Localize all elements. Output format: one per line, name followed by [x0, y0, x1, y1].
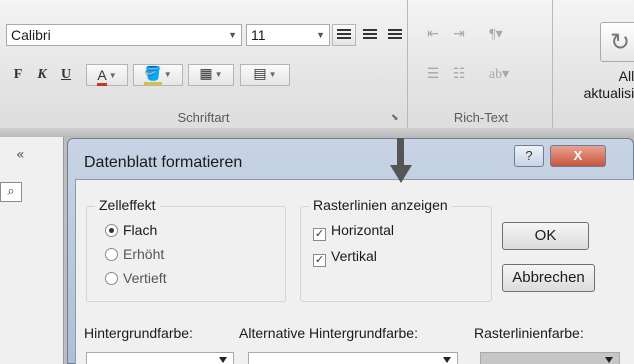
chevron-down-icon: ▼	[214, 70, 223, 79]
chevron-down-icon: ▼	[268, 70, 277, 79]
align-right-button[interactable]	[384, 24, 406, 46]
chevron-down-icon: ▼	[316, 30, 325, 40]
checkbox-vertical[interactable]: ✓ Vertikal	[313, 247, 377, 267]
background-color-picker[interactable]	[86, 352, 234, 364]
dialog-launcher-icon[interactable]: ⬊	[391, 113, 401, 123]
bullet-list-icon[interactable]: ☷	[448, 64, 470, 86]
format-datasheet-dialog: Datenblatt formatieren ? X Zelleffekt Fl…	[67, 138, 634, 364]
alt-background-color-picker[interactable]	[248, 352, 458, 364]
refresh-all-button[interactable]: Alle aktualisie	[556, 68, 634, 102]
font-name-combo[interactable]: Calibri ▼	[6, 24, 242, 46]
radio-unselected-icon	[105, 272, 118, 285]
checkmark-icon: ✓	[313, 254, 326, 267]
radio-sunken[interactable]: Vertieft	[105, 269, 167, 287]
underline-button[interactable]: U	[56, 64, 76, 86]
ribbon: Calibri ▼ 11 ▼ F K U A ▼ 🪣 ▼ ▦ ▼ ▤ ▼ Schrift…	[0, 0, 634, 137]
font-name-value: Calibri	[11, 27, 51, 43]
radio-raised[interactable]: Erhöht	[105, 245, 164, 263]
radio-flat[interactable]: Flach	[105, 221, 157, 239]
ok-button[interactable]: OK	[502, 222, 589, 250]
chevron-down-icon	[605, 357, 613, 363]
gridlines-group: Rasterlinien anzeigen ✓ Horizontal ✓ Verti…	[300, 197, 492, 302]
radio-selected-icon	[105, 224, 118, 237]
checkbox-horizontal-label: Horizontal	[331, 222, 395, 238]
cancel-button[interactable]: Abbrechen	[502, 264, 595, 292]
annotation-arrow-shaft	[397, 138, 404, 166]
chevron-down-icon: ▼	[228, 30, 237, 40]
gridlines-legend: Rasterlinien anzeigen	[309, 197, 452, 213]
paragraph-direction-icon[interactable]: ¶▾	[476, 24, 516, 46]
font-group-label: Schriftart	[177, 110, 230, 125]
cell-effect-group: Zelleffekt Flach Erhöht Vertieft	[86, 197, 286, 302]
checkmark-icon: ✓	[313, 228, 326, 241]
refresh-group: ↻ Alle aktualisie	[556, 0, 634, 128]
checkbox-horizontal[interactable]: ✓ Horizontal	[313, 221, 395, 241]
dialog-title: Datenblatt formatieren	[84, 154, 243, 171]
table-rows-icon: ▤	[253, 67, 267, 83]
increase-indent-icon[interactable]: ⇥	[448, 24, 470, 46]
alt-background-color-label: Alternative Hintergrundfarbe:	[239, 325, 418, 341]
align-center-button[interactable]	[358, 24, 382, 46]
collapse-pane-icon[interactable]: «	[16, 147, 25, 163]
close-button[interactable]: X	[550, 145, 606, 167]
navigation-pane: « ⌕	[0, 137, 64, 364]
refresh-label-line1: Alle	[618, 68, 634, 84]
radio-raised-label: Erhöht	[123, 246, 165, 262]
gridline-color-picker[interactable]	[480, 352, 620, 364]
font-size-value: 11	[251, 27, 266, 43]
gridlines-button[interactable]: ▦ ▼	[188, 64, 234, 86]
align-center-icon	[363, 29, 377, 41]
align-left-icon	[337, 29, 351, 41]
alternate-row-color-button[interactable]: ▤ ▼	[240, 64, 290, 86]
radio-unselected-icon	[105, 248, 118, 261]
gridline-color-label: Rasterlinienfarbe:	[474, 325, 584, 341]
paint-bucket-icon: 🪣	[144, 67, 162, 86]
highlight-icon[interactable]: ab▾	[476, 64, 522, 86]
font-group: Calibri ▼ 11 ▼ F K U A ▼ 🪣 ▼ ▦ ▼ ▤ ▼ Schrift…	[0, 0, 408, 128]
align-left-button[interactable]	[332, 24, 356, 46]
refresh-icon[interactable]: ↻	[600, 22, 634, 62]
font-color-letter: A	[97, 67, 107, 86]
dialog-client-area: Zelleffekt Flach Erhöht Vertieft Rasterl…	[75, 179, 634, 364]
radio-sunken-label: Vertieft	[123, 270, 167, 286]
rich-text-group: ⇤ ⇥ ¶▾ ☰ ☷ ab▾ Rich-Text	[410, 0, 553, 128]
font-color-button[interactable]: A ▼	[86, 64, 128, 86]
decrease-indent-icon[interactable]: ⇤	[422, 24, 444, 46]
search-icon[interactable]: ⌕	[0, 182, 22, 202]
grid-icon: ▦	[199, 67, 213, 83]
radio-flat-label: Flach	[123, 222, 158, 238]
italic-button[interactable]: K	[32, 64, 52, 86]
chevron-down-icon: ▼	[163, 70, 172, 79]
numbered-list-icon[interactable]: ☰	[422, 64, 444, 86]
annotation-arrow-icon	[390, 165, 412, 183]
rich-text-group-label: Rich-Text	[453, 110, 509, 125]
chevron-down-icon	[219, 357, 227, 363]
cell-effect-legend: Zelleffekt	[95, 197, 160, 213]
background-color-label: Hintergrundfarbe:	[84, 325, 193, 341]
chevron-down-icon: ▼	[108, 71, 117, 81]
ribbon-bottom-edge	[0, 128, 634, 137]
checkbox-vertical-label: Vertikal	[331, 248, 377, 264]
help-button[interactable]: ?	[514, 145, 544, 167]
font-size-combo[interactable]: 11 ▼	[246, 24, 330, 46]
refresh-label-line2: aktualisie	[583, 85, 634, 101]
bold-button[interactable]: F	[8, 64, 28, 86]
fill-color-button[interactable]: 🪣 ▼	[133, 64, 183, 86]
align-right-icon	[388, 29, 402, 41]
chevron-down-icon	[443, 357, 451, 363]
